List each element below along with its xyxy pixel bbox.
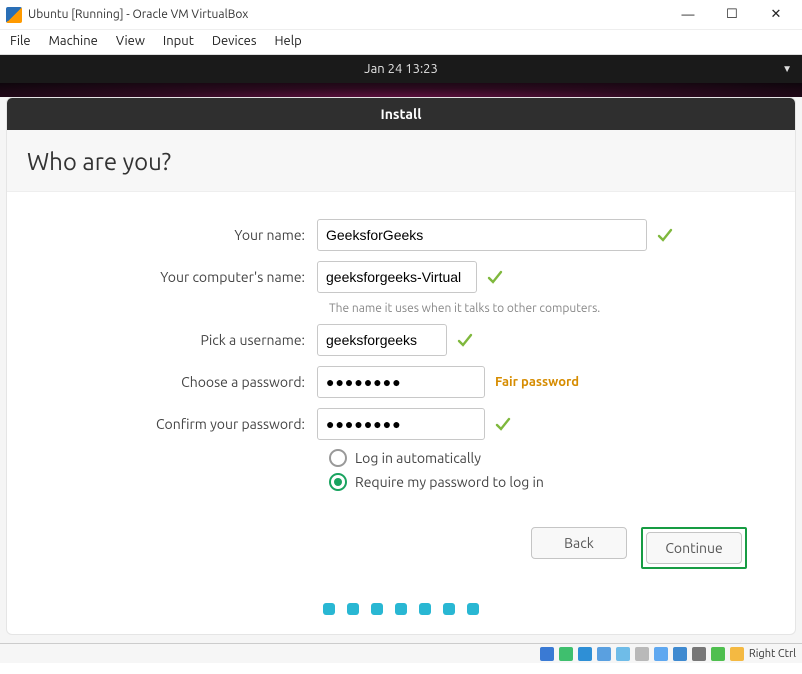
- dot: [467, 603, 479, 615]
- virtualbox-logo-icon: [6, 7, 22, 23]
- username-input[interactable]: [317, 324, 447, 356]
- radio-icon: [329, 449, 347, 467]
- audio-icon[interactable]: [616, 647, 630, 661]
- password-strength: Fair password: [495, 375, 579, 389]
- menu-help[interactable]: Help: [275, 34, 302, 48]
- wallpaper-strip: [0, 83, 802, 97]
- menu-view[interactable]: View: [116, 34, 145, 48]
- minimize-button[interactable]: —: [666, 1, 710, 29]
- installer-header: Install: [7, 98, 795, 130]
- check-icon: [657, 227, 673, 243]
- dot: [371, 603, 383, 615]
- radio-require-password[interactable]: Require my password to log in: [329, 473, 765, 491]
- mouse-integration-icon[interactable]: [711, 647, 725, 661]
- hard-disk-icon[interactable]: [540, 647, 554, 661]
- radio-icon-selected: [329, 473, 347, 491]
- display-icon[interactable]: [654, 647, 668, 661]
- continue-highlight: Continue: [641, 527, 747, 569]
- label-name: Your name:: [37, 227, 317, 243]
- close-button[interactable]: ✕: [754, 1, 798, 29]
- menu-input[interactable]: Input: [163, 34, 194, 48]
- check-icon: [495, 416, 511, 432]
- virtualbox-statusbar: Right Ctrl: [0, 643, 802, 663]
- chevron-down-icon[interactable]: ▼: [782, 63, 792, 75]
- window-titlebar: Ubuntu [Running] - Oracle VM VirtualBox …: [0, 0, 802, 30]
- dot: [347, 603, 359, 615]
- check-icon: [457, 332, 473, 348]
- menu-machine[interactable]: Machine: [49, 34, 98, 48]
- back-button[interactable]: Back: [531, 527, 627, 559]
- radio-label-auto: Log in automatically: [355, 450, 481, 466]
- progress-dots: [37, 569, 765, 631]
- optical-icon[interactable]: [559, 647, 573, 661]
- keyboard-icon[interactable]: [730, 647, 744, 661]
- shared-folder-icon[interactable]: [597, 647, 611, 661]
- cpu-icon[interactable]: [692, 647, 706, 661]
- guest-screen: Jan 24 13:23 ▼ Install Who are you? Your…: [0, 55, 802, 643]
- page-title: Who are you?: [7, 130, 795, 192]
- dot: [443, 603, 455, 615]
- virtualbox-menubar: File Machine View Input Devices Help: [0, 30, 802, 55]
- maximize-button[interactable]: ☐: [710, 1, 754, 29]
- dot: [323, 603, 335, 615]
- label-confirm-password: Confirm your password:: [37, 416, 317, 432]
- name-input[interactable]: [317, 219, 647, 251]
- usb-icon[interactable]: [578, 647, 592, 661]
- menu-devices[interactable]: Devices: [212, 34, 257, 48]
- label-hostname: Your computer's name:: [37, 269, 317, 285]
- dot: [419, 603, 431, 615]
- continue-button[interactable]: Continue: [646, 532, 742, 564]
- installer-form: Your name: Your computer's name: The nam…: [7, 192, 795, 634]
- check-icon: [487, 269, 503, 285]
- hostname-hint: The name it uses when it talks to other …: [329, 302, 765, 315]
- radio-label-require: Require my password to log in: [355, 474, 544, 490]
- menu-file[interactable]: File: [10, 34, 31, 48]
- confirm-password-input[interactable]: [317, 408, 485, 440]
- recording-icon[interactable]: [673, 647, 687, 661]
- password-input[interactable]: [317, 366, 485, 398]
- gnome-topbar: Jan 24 13:23 ▼: [0, 55, 802, 83]
- label-password: Choose a password:: [37, 374, 317, 390]
- gnome-clock[interactable]: Jan 24 13:23: [364, 62, 438, 76]
- dot: [395, 603, 407, 615]
- hostname-input[interactable]: [317, 261, 477, 293]
- installer-window: Install Who are you? Your name: Your com…: [6, 97, 796, 635]
- network-status-icon[interactable]: [635, 647, 649, 661]
- hostkey-indicator[interactable]: Right Ctrl: [749, 648, 796, 660]
- window-title: Ubuntu [Running] - Oracle VM VirtualBox: [28, 8, 666, 21]
- radio-login-auto[interactable]: Log in automatically: [329, 449, 765, 467]
- label-username: Pick a username:: [37, 332, 317, 348]
